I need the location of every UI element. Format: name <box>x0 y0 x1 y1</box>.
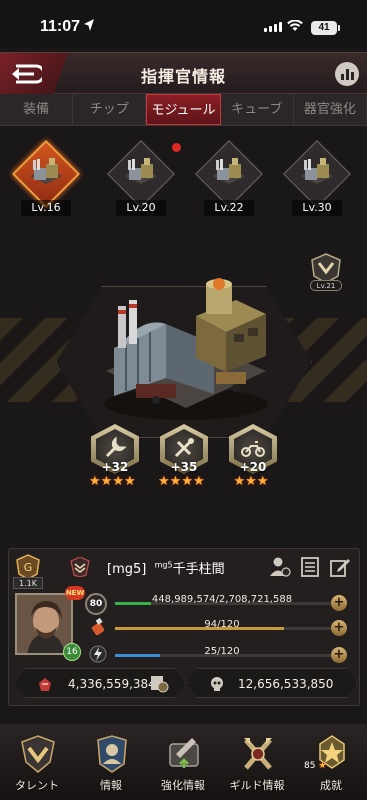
commander-profile-panel: G 1.1K [mg5] mg5千手柱間 NEW 16 80 448,989,5… <box>8 548 360 706</box>
module-level: Lv.16 <box>21 200 71 216</box>
tab-organ-enhance[interactable]: 器官強化 <box>294 94 367 125</box>
star-icon: ★ <box>318 761 327 771</box>
star-icon: ★ <box>158 474 170 489</box>
info-icon <box>97 735 127 773</box>
star-icon: ★ <box>89 474 101 489</box>
header-bar: 指揮官情報 <box>0 52 367 95</box>
notification-dot <box>172 143 181 152</box>
commander-level-badge: 80 <box>85 593 107 615</box>
module-slot[interactable]: Lv.20 <box>107 140 175 216</box>
rank-insignia-icon <box>70 557 90 577</box>
module-factory-icon <box>28 156 64 192</box>
tab-equipment[interactable]: 装備 <box>0 94 74 125</box>
status-time: 11:07 <box>40 18 81 35</box>
achievement-points-value: 85 <box>304 761 316 771</box>
energy-value: 25/120 <box>204 646 240 657</box>
star-icon: ★ <box>123 474 136 489</box>
star-icon: ★ <box>192 474 205 489</box>
nav-info[interactable]: 情報 <box>76 732 146 794</box>
wifi-icon <box>287 20 303 31</box>
stamina-bar: 94/120 <box>113 619 331 637</box>
power-value: 4,336,559,384 <box>68 677 156 691</box>
location-arrow-icon <box>84 19 94 31</box>
add-exp-button[interactable]: + <box>331 595 347 611</box>
module-slot[interactable]: Lv.22 <box>195 140 263 216</box>
module-level: Lv.22 <box>204 200 254 216</box>
new-badge: NEW <box>65 586 85 600</box>
energy-bolt-icon <box>89 645 107 663</box>
nav-info-label: 情報 <box>100 779 122 792</box>
nav-talent[interactable]: タレント <box>2 732 72 794</box>
commander-name: 千手柱間 <box>172 562 225 577</box>
nav-talent-label: タレント <box>15 779 59 792</box>
battery-indicator: 41 <box>311 21 340 35</box>
record-list-icon[interactable] <box>299 556 321 578</box>
star-icon: ★ <box>256 474 269 489</box>
nav-upgrade-label: 強化情報 <box>161 779 205 792</box>
kills-value: 12,656,533,850 <box>238 677 334 691</box>
star-icon: ★ <box>181 474 193 489</box>
nav-upgrade[interactable]: 強化情報 <box>148 732 218 794</box>
talent-icon <box>21 735 55 773</box>
add-stamina-button[interactable]: + <box>331 620 347 636</box>
factory-module-image <box>104 278 268 420</box>
avatar-level-badge: 16 <box>63 643 81 661</box>
skill-badge[interactable]: +35 ★ ★ ★ ★ <box>158 422 210 490</box>
stamina-value: 94/120 <box>204 619 240 630</box>
skull-icon <box>208 675 226 693</box>
skill-bonus: +32 <box>101 460 129 474</box>
nav-guild[interactable]: ギルド情報 <box>222 732 292 794</box>
bar-chart-icon <box>340 74 344 80</box>
exp-value: 448,989,574/2,708,721,588 <box>151 594 293 605</box>
tab-chip[interactable]: チップ <box>73 94 147 125</box>
module-factory-icon <box>123 156 159 192</box>
skill-badge[interactable]: +32 ★ ★ ★ ★ <box>89 422 141 490</box>
skill-stars: ★ ★ ★ ★ <box>158 475 205 488</box>
tab-cube[interactable]: キューブ <box>221 94 294 125</box>
nav-achievement-label: 成就 <box>320 779 342 792</box>
player-name: [mg5] mg5千手柱間 <box>107 558 225 577</box>
star-icon: ★ <box>245 474 257 489</box>
exp-bar: 448,989,574/2,708,721,588 <box>113 594 331 612</box>
module-level: Lv.20 <box>116 200 166 216</box>
module-factory-icon <box>211 156 247 192</box>
edit-icon[interactable] <box>329 556 351 578</box>
name-superscript: mg5 <box>154 560 173 570</box>
tab-bar: 装備 チップ モジュール キューブ 器官強化 <box>0 94 367 126</box>
star-icon: ★ <box>233 474 246 489</box>
power-fist-icon <box>36 675 54 693</box>
module-slot[interactable]: Lv.30 <box>283 140 351 216</box>
nav-guild-label: ギルド情報 <box>229 779 285 792</box>
signal-icon <box>264 22 282 32</box>
skill-stars: ★ ★ ★ ★ <box>89 475 136 488</box>
star-icon: ★ <box>169 474 182 489</box>
profile-settings-icon[interactable] <box>269 556 291 578</box>
status-bar: 11:07 41 <box>0 0 367 48</box>
skill-badge[interactable]: +20 ★ ★ ★ <box>227 422 279 490</box>
module-factory-icon <box>299 156 335 192</box>
energy-bar: 25/120 <box>113 646 331 664</box>
statistics-button[interactable] <box>335 62 359 86</box>
module-slot[interactable]: Lv.16 <box>12 140 80 216</box>
svg-text:G: G <box>24 561 33 574</box>
guild-icon <box>244 738 272 770</box>
page-title: 指揮官情報 <box>140 67 226 86</box>
skill-stars: ★ ★ ★ <box>234 475 269 488</box>
module-level: Lv.30 <box>292 200 342 216</box>
achievement-points: 85 ★ <box>304 760 326 773</box>
skill-bonus: +20 <box>239 460 267 474</box>
guild-tag: [mg5] <box>107 562 147 577</box>
power-detail-icon[interactable] <box>149 673 169 693</box>
kills-box: 12,656,533,850 <box>187 668 357 698</box>
tab-module[interactable]: モジュール <box>146 94 221 125</box>
upgrade-icon <box>169 738 199 768</box>
skill-bonus: +35 <box>170 460 198 474</box>
star-icon: ★ <box>112 474 124 489</box>
fans-count: 1.1K <box>13 577 43 589</box>
add-energy-button[interactable]: + <box>331 647 347 663</box>
star-icon: ★ <box>100 474 113 489</box>
stamina-potion-icon <box>91 618 105 636</box>
